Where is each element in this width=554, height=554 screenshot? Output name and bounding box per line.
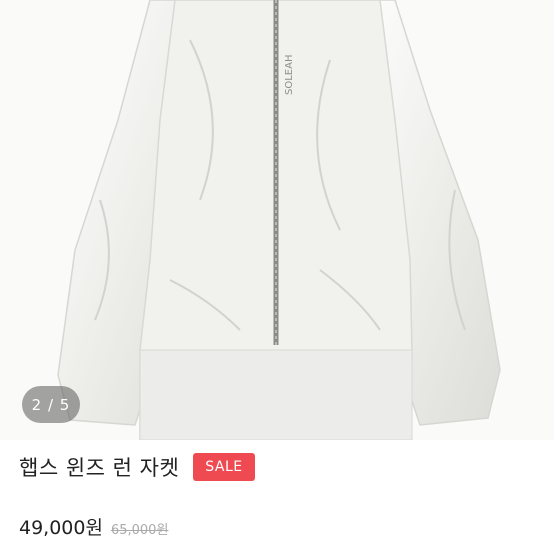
product-image[interactable]: SOLEAH 2 / 5: [0, 0, 554, 440]
jacket-illustration: SOLEAH: [0, 0, 554, 440]
price-row: 49,000원 65,000원: [19, 513, 168, 540]
product-page: SOLEAH 2 / 5 햅스 윈즈 런 자켓 SALE 49,000원 65,…: [0, 0, 554, 554]
sale-price: 49,000원: [19, 517, 103, 539]
product-title-row: 햅스 윈즈 런 자켓 SALE: [19, 452, 255, 482]
product-title: 햅스 윈즈 런 자켓: [19, 456, 180, 480]
image-counter: 2 / 5: [22, 386, 80, 423]
original-price: 65,000원: [110, 523, 169, 538]
jacket-print-text: SOLEAH: [284, 55, 295, 95]
sale-badge: SALE: [193, 453, 255, 481]
